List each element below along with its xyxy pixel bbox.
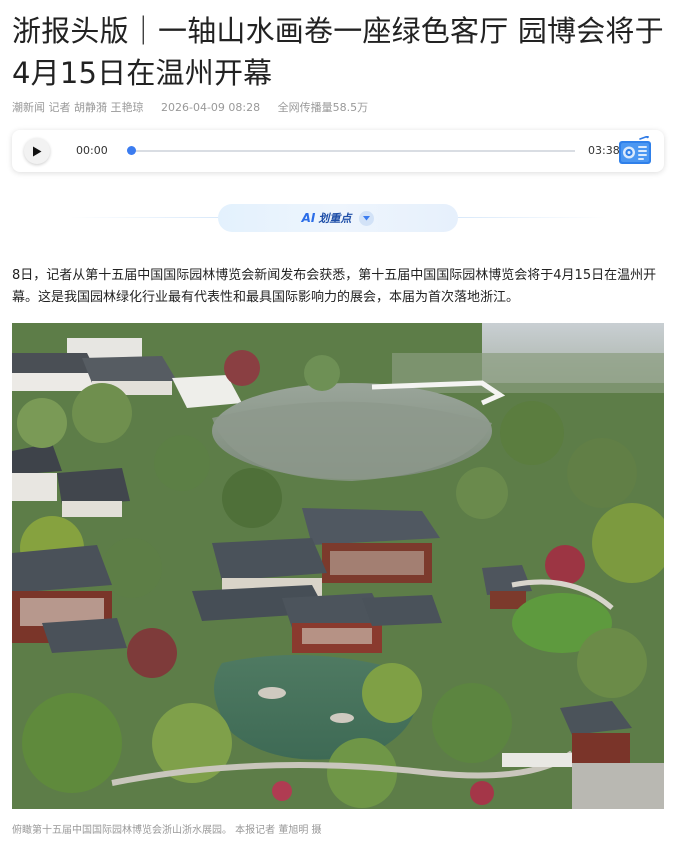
radio-icon[interactable] xyxy=(618,135,652,166)
reach-count: 全网传播量58.5万 xyxy=(277,101,369,114)
article-paragraph: 8日，记者从第十五届中国国际园林博览会新闻发布会获悉，第十五届中国国际园林博览会… xyxy=(12,268,657,305)
photo-caption: 俯瞰第十五届中国国际园林博览会浙山浙水展园。 本报记者 董旭明 摄 xyxy=(12,825,322,836)
publish-time: 2026-04-09 08:28 xyxy=(161,101,261,114)
chevron-down-icon xyxy=(359,210,375,226)
audio-player: 00:00 03:38 xyxy=(12,130,664,172)
progress-knob[interactable] xyxy=(127,146,136,155)
article-title: 浙报头版｜一轴山水画卷一座绿色客厅 园博会将于4月15日在温州开幕 xyxy=(12,14,664,90)
current-time: 00:00 xyxy=(76,144,108,157)
ai-summary-button[interactable]: AI 划重点 xyxy=(218,204,458,232)
article-source: 潮新闻 记者 胡静漪 王艳琼 xyxy=(12,101,144,114)
play-icon xyxy=(33,146,42,156)
article-photo xyxy=(12,323,664,809)
play-button[interactable] xyxy=(24,138,50,164)
ai-summary-label: 划重点 xyxy=(318,212,352,225)
ai-mark: AI xyxy=(301,211,316,225)
progress-track[interactable] xyxy=(128,150,575,152)
article-page: 浙报头版｜一轴山水画卷一座绿色客厅 园博会将于4月15日在温州开幕 潮新闻 记者… xyxy=(0,0,676,843)
article-meta: 潮新闻 记者 胡静漪 王艳琼 2026-04-09 08:28 全网传播量58.… xyxy=(12,99,382,115)
total-time: 03:38 xyxy=(588,144,620,157)
